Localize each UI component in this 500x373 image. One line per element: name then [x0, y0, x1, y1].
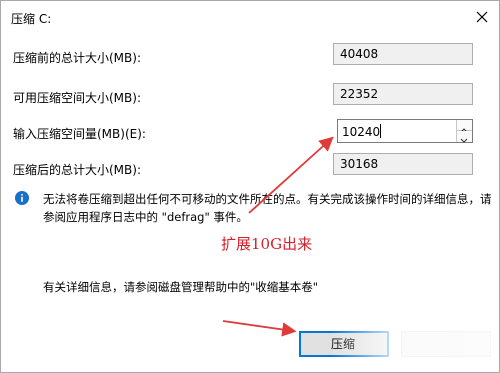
annotation-label: 扩展10G出来 — [221, 235, 313, 253]
help-text: 有关详细信息，请参阅磁盘管理帮助中的"收缩基本卷" — [43, 280, 319, 294]
compress-amount-stepper[interactable] — [337, 119, 473, 144]
stepper-down-button[interactable] — [456, 131, 472, 143]
available-space-label: 可用压缩空间大小(MB): — [13, 91, 141, 105]
total-after-label: 压缩后的总计大小(MB): — [13, 163, 141, 177]
window-title: 压缩 C: — [11, 12, 52, 26]
arrow-to-compress-button — [222, 320, 297, 337]
compress-amount-label: 输入压缩空间量(MB)(E): — [13, 127, 146, 141]
stepper-up-button[interactable] — [456, 120, 472, 133]
total-after-value: 30168 — [333, 153, 473, 175]
info-text-line2: 参阅应用程序日志中的 "defrag" 事件。 — [43, 210, 248, 224]
title-bar: 压缩 C: — [1, 1, 499, 35]
available-space-value: 22352 — [333, 83, 473, 105]
text-caret — [380, 124, 381, 138]
info-icon — [15, 191, 29, 205]
info-text-line1: 无法将卷压缩到超出任何不可移动的文件所在的点。有关完成该操作时间的详细信息，请 — [43, 192, 492, 206]
chevron-down-icon — [460, 138, 468, 143]
compress-dialog: 压缩 C: 压缩前的总计大小(MB): 40408 可用压缩空间大小(MB): … — [0, 0, 500, 373]
compress-button[interactable]: 压缩 — [299, 331, 389, 357]
compress-amount-input[interactable] — [338, 120, 462, 144]
secondary-button[interactable] — [401, 331, 491, 357]
total-before-value: 40408 — [333, 43, 473, 65]
close-icon[interactable] — [473, 8, 491, 26]
total-before-label: 压缩前的总计大小(MB): — [13, 51, 141, 65]
